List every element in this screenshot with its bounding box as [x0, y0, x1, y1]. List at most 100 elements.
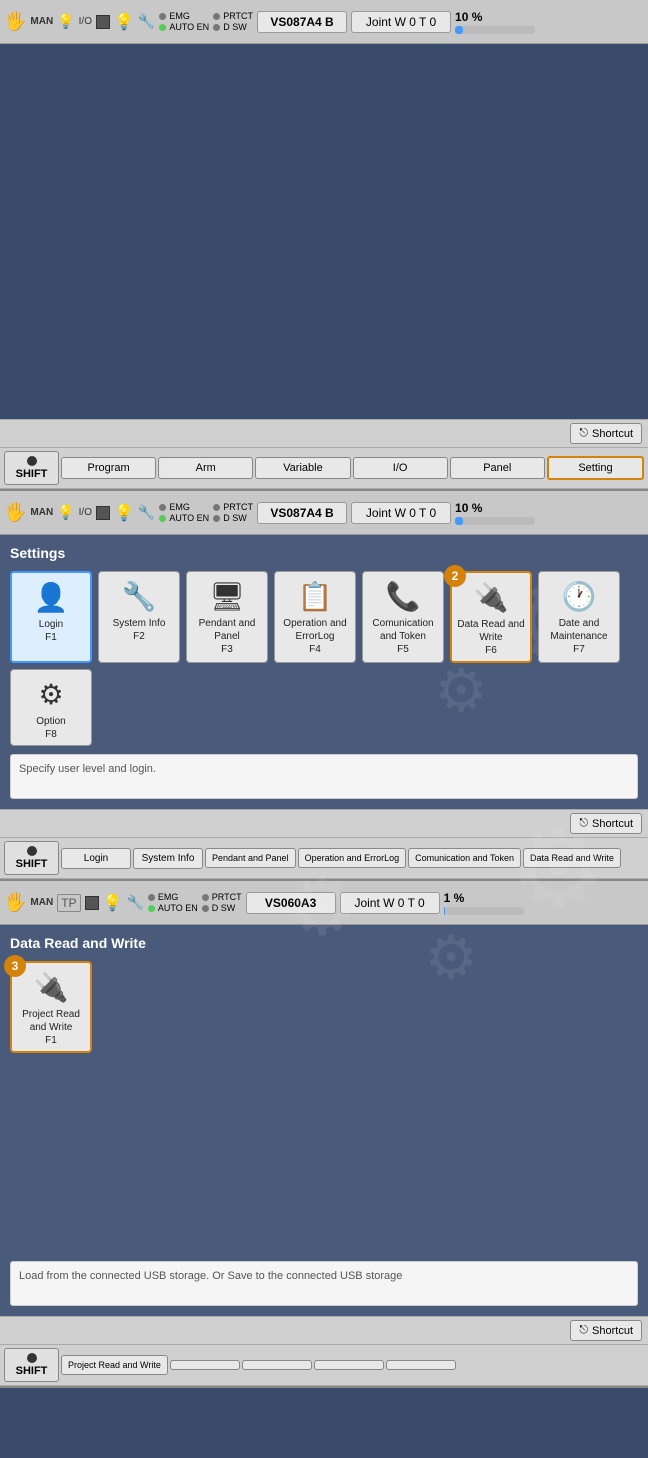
option-icon: ⚙ — [38, 678, 63, 711]
man-label: MAN — [30, 16, 53, 27]
shortcut-bar-3: ⎋ Shortcut — [0, 1316, 648, 1344]
man-icon: 🖐 — [4, 11, 26, 32]
nav-setting[interactable]: Setting — [547, 456, 644, 480]
io-icon: 💡 — [57, 13, 74, 30]
percent-area-3: 1 % — [444, 891, 644, 915]
nav-io[interactable]: I/O — [353, 457, 448, 479]
emg-label: EMG — [169, 11, 190, 21]
emg-dot-3 — [148, 894, 155, 901]
status-bar-3: 🖐 MAN TP 💡 🔧 EMG AUTO EN PRTCT D SW VS06… — [0, 881, 648, 925]
settings-item-datetime[interactable]: 🕐 Date and MaintenanceF7 — [538, 571, 620, 663]
nav2-dataread[interactable]: Data Read and Write — [523, 848, 621, 868]
shift-label-2: SHIFT — [16, 858, 48, 870]
prtct-indicators-3: PRTCT D SW — [202, 892, 242, 913]
nav2-comm[interactable]: Comunication and Token — [408, 848, 521, 868]
prtct-dot — [213, 13, 220, 20]
shortcut-label-3: Shortcut — [592, 1325, 633, 1337]
option-label: OptionF8 — [36, 715, 65, 741]
shortcut-button-2[interactable]: ⎋ Shortcut — [570, 813, 642, 834]
man-icon-3: 🖐 — [4, 892, 26, 913]
autoen-dot-2 — [159, 515, 166, 522]
nav3-btn2[interactable] — [170, 1360, 240, 1370]
settings-panel: Settings ⚙ ⚙ 👤 LoginF1 🔧 System InfoF2 🖥 — [0, 535, 648, 809]
io-label: I/O — [79, 16, 92, 27]
progress-bar-1 — [455, 26, 535, 34]
nav-bar-3: SHIFT Project Read and Write — [0, 1344, 648, 1386]
nav2-login[interactable]: Login — [61, 848, 131, 869]
nav-panel[interactable]: Panel — [450, 457, 545, 479]
io-label-2: I/O — [79, 507, 92, 518]
settings-item-operation[interactable]: 📋 Operation and ErrorLogF4 — [274, 571, 356, 663]
shift-btn-3[interactable]: SHIFT — [4, 1348, 59, 1382]
nav3-btn3[interactable] — [242, 1360, 312, 1370]
tp-icon-3: TP — [57, 894, 80, 912]
badge-2: 2 — [444, 565, 466, 587]
settings-item-dataread[interactable]: 2 🔌 Data Read and WriteF6 — [450, 571, 532, 663]
viewport-1 — [0, 44, 648, 419]
shift-btn-1[interactable]: SHIFT — [4, 451, 59, 485]
settings-item-comm[interactable]: 📞 Comunication and TokenF5 — [362, 571, 444, 663]
shortcut-button-3[interactable]: ⎋ Shortcut — [570, 1320, 642, 1341]
nav-arm[interactable]: Arm — [158, 457, 253, 479]
login-icon: 👤 — [34, 581, 69, 614]
nav-variable[interactable]: Variable — [255, 457, 350, 479]
man-icon-2: 🖐 — [4, 502, 26, 523]
nav3-btn5[interactable] — [386, 1360, 456, 1370]
badge-3: 3 — [4, 955, 26, 977]
datetime-icon: 🕐 — [562, 580, 597, 613]
shortcut-bar-2: ⎋ Shortcut — [0, 809, 648, 837]
nav2-operation[interactable]: Operation and ErrorLog — [298, 848, 407, 868]
status-bar-2: 🖐 MAN 💡 I/O 💡 🔧 EMG AUTO EN PRTCT D SW V… — [0, 491, 648, 535]
dsw-dot-3 — [202, 905, 209, 912]
nav2-sysinfo[interactable]: System Info — [133, 848, 203, 869]
shortcut-button-1[interactable]: ⎋ Shortcut — [570, 423, 642, 444]
prtct-dot-3 — [202, 894, 209, 901]
percent-label-2: 10 % — [455, 501, 482, 515]
settings-description: Specify user level and login. — [10, 754, 638, 799]
settings-title: Settings — [10, 545, 638, 561]
man-label-2: MAN — [30, 507, 53, 518]
stop-square-3 — [85, 896, 99, 910]
prtct-label-3: PRTCT — [212, 892, 242, 902]
dsw-label-2: D SW — [223, 513, 247, 523]
dsw-label-3: D SW — [212, 903, 236, 913]
settings-grid: 👤 LoginF1 🔧 System InfoF2 🖥 Pendant and … — [10, 571, 638, 746]
autoen-label-3: AUTO EN — [158, 903, 198, 913]
nav3-project[interactable]: Project Read and Write — [61, 1355, 168, 1375]
progress-bar-2 — [455, 517, 535, 525]
datetime-label: Date and MaintenanceF7 — [543, 617, 615, 656]
man-label-3: MAN — [30, 897, 53, 908]
autoen-dot-3 — [148, 905, 155, 912]
io-icon-2: 💡 — [57, 504, 74, 521]
project-label: Project Read and WriteF1 — [16, 1008, 86, 1047]
settings-item-login[interactable]: 👤 LoginF1 — [10, 571, 92, 663]
nav2-pendant[interactable]: Pendant and Panel — [205, 848, 296, 868]
status-bar-1: 🖐 MAN 💡 I/O 💡 🔧 EMG AUTO EN PRTCT D SW V… — [0, 0, 648, 44]
drw-title: Data Read and Write — [10, 935, 638, 951]
settings-item-project[interactable]: 3 🔌 Project Read and WriteF1 — [10, 961, 92, 1053]
dataread-label: Data Read and WriteF6 — [456, 618, 526, 657]
nav3-btn4[interactable] — [314, 1360, 384, 1370]
drw-panel: Data Read and Write ⚙ ⚙ ⚙ 3 🔌 Project Re… — [0, 925, 648, 1316]
progress-fill-2 — [455, 517, 463, 525]
section-2: 🖐 MAN 💡 I/O 💡 🔧 EMG AUTO EN PRTCT D SW V… — [0, 491, 648, 881]
joint-label-2: Joint W 0 T 0 — [351, 502, 451, 524]
login-label: LoginF1 — [39, 618, 63, 644]
sysinfo-label: System InfoF2 — [113, 617, 166, 643]
drw-empty-area — [10, 1053, 638, 1253]
progress-fill-1 — [455, 26, 463, 34]
emg-dot-2 — [159, 504, 166, 511]
nav-program[interactable]: Program — [61, 457, 156, 479]
sysinfo-icon: 🔧 — [122, 580, 157, 613]
operation-icon: 📋 — [298, 580, 333, 613]
shortcut-bar-wrap-1: ⎋ Shortcut — [0, 419, 648, 447]
autoen-dot — [159, 24, 166, 31]
pendant-icon: 🖥 — [209, 580, 245, 613]
operation-label: Operation and ErrorLogF4 — [279, 617, 351, 656]
drw-grid-wrap: ⚙ ⚙ ⚙ 3 🔌 Project Read and WriteF1 — [10, 961, 638, 1053]
joint-label-1: Joint W 0 T 0 — [351, 11, 451, 33]
settings-item-option[interactable]: ⚙ OptionF8 — [10, 669, 92, 746]
shift-btn-2[interactable]: SHIFT — [4, 841, 59, 875]
settings-item-sysinfo[interactable]: 🔧 System InfoF2 — [98, 571, 180, 663]
settings-item-pendant[interactable]: 🖥 Pendant and PanelF3 — [186, 571, 268, 663]
